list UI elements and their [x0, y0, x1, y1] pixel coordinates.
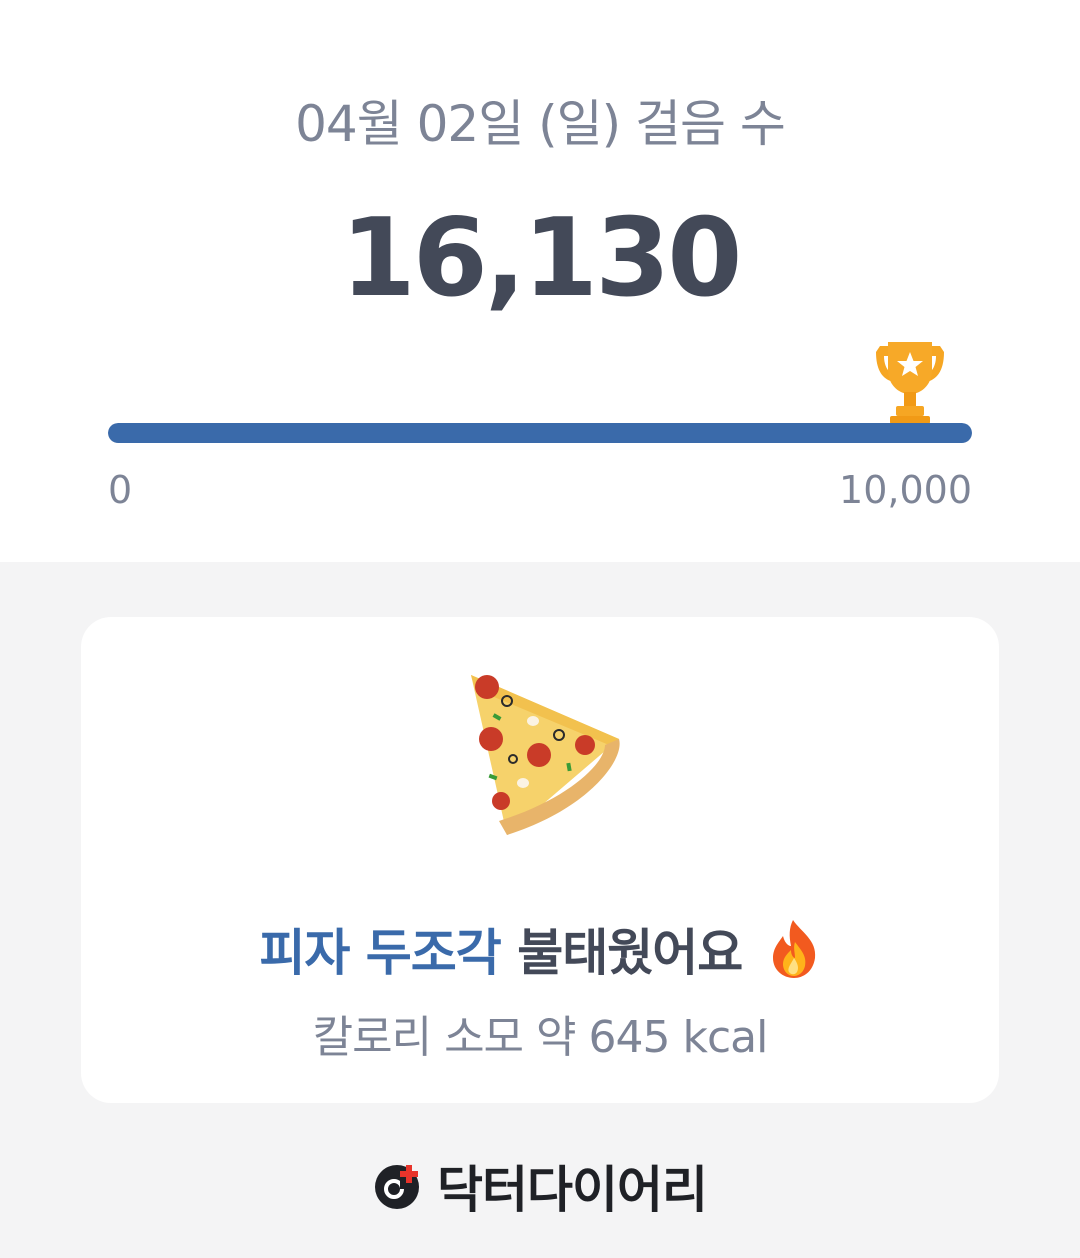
step-progress-fill	[108, 423, 972, 443]
burn-suffix-text: 불태웠어요	[517, 924, 743, 982]
calorie-burned-text: 칼로리 소모 약 645 kcal	[312, 1012, 769, 1063]
date-title: 04월 02일 (일) 걸음 수	[295, 95, 786, 153]
burn-food-text: 피자 두조각	[259, 924, 501, 982]
fire-icon	[772, 920, 815, 978]
progress-goal-label: 10,000	[839, 468, 972, 512]
calorie-card: 피자 두조각 불태웠어요 칼로리 소모 약 645 kcal	[81, 617, 999, 1103]
trophy-icon	[876, 342, 944, 424]
brand-name: 닥터다이어리	[437, 1161, 708, 1219]
burn-message: 피자 두조각 불태웠어요	[81, 913, 999, 985]
step-count: 16,130	[340, 196, 743, 321]
pizza-icon	[471, 675, 620, 835]
step-summary-panel: 04월 02일 (일) 걸음 수 16,130 0 10,000	[0, 0, 1080, 562]
progress-min-label: 0	[108, 468, 133, 512]
doctor-diary-logo-icon	[375, 1165, 419, 1209]
brand-footer: 닥터다이어리	[0, 1150, 1080, 1222]
step-progress-bar	[108, 423, 972, 443]
